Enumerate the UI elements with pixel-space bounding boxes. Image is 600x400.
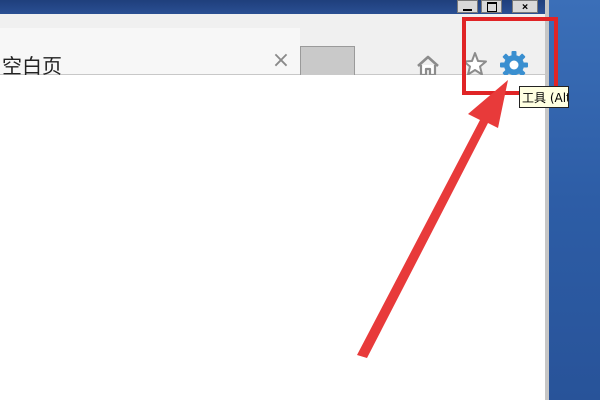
tab-close-button[interactable]: × <box>270 50 292 72</box>
page-content <box>0 75 545 400</box>
tab-blank-page[interactable]: 空白页 × <box>0 28 300 78</box>
close-icon: × <box>521 0 529 13</box>
tools-tooltip: 工具 (Alt+X) <box>519 86 569 108</box>
minimize-button[interactable] <box>457 0 478 13</box>
close-window-button[interactable]: × <box>512 0 538 13</box>
maximize-button[interactable] <box>481 0 502 13</box>
maximize-icon <box>486 1 497 12</box>
highlight-box <box>462 17 558 95</box>
minimize-icon <box>463 8 472 11</box>
